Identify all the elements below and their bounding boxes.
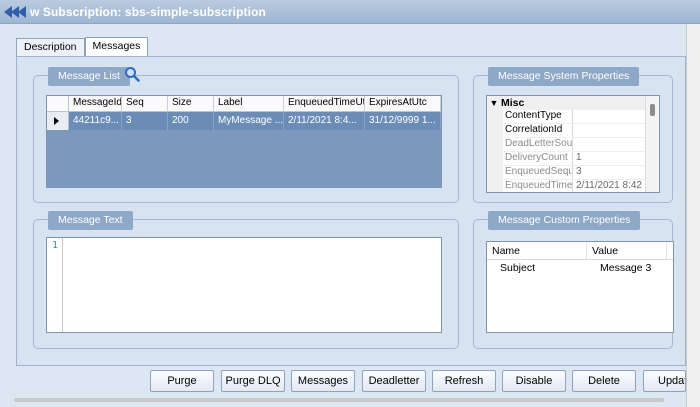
cell-label: MyMessage ... (214, 112, 284, 130)
refresh-button[interactable]: Refresh (432, 370, 496, 392)
message-list-group: Message List MessageId Seq Size Label En… (33, 67, 459, 203)
custom-property-name: Subject (500, 262, 536, 274)
search-icon[interactable] (124, 66, 140, 82)
custom-properties-list[interactable]: Name Value Subject Message 3 (486, 241, 674, 333)
cell-seq: 3 (122, 112, 168, 130)
col-header-expires[interactable]: ExpiresAtUtc (365, 96, 441, 111)
line-number: 1 (52, 240, 59, 251)
property-category[interactable]: ▼ Misc (487, 96, 659, 110)
collapse-chevron-icon[interactable]: ▼ (487, 98, 501, 108)
tab-strip: Description Messages (16, 37, 149, 57)
col-header-label[interactable]: Label (214, 96, 284, 111)
col-header-seq[interactable]: Seq (122, 96, 168, 111)
messages-button[interactable]: Messages (291, 370, 355, 392)
message-text-label: Message Text (48, 211, 133, 230)
property-category-label: Misc (501, 97, 525, 109)
cell-messageid: 44211c9... (69, 112, 122, 130)
tab-messages[interactable]: Messages (84, 37, 149, 57)
title-bar: w Subscription: sbs-simple-subscription (0, 0, 700, 24)
delete-button[interactable]: Delete (572, 370, 636, 392)
cell-expires: 31/12/9999 1... (365, 112, 441, 130)
property-grid-scrollbar[interactable] (645, 96, 659, 192)
cell-enqueued: 2/11/2021 8:4... (284, 112, 365, 130)
back-arrows-icon[interactable] (4, 5, 30, 19)
horizontal-scrollbar[interactable] (14, 398, 664, 402)
col-header-value[interactable]: Value (587, 242, 667, 259)
line-number-gutter: 1 (47, 238, 63, 332)
col-header-enqueued[interactable]: EnqueuedTimeUtc (284, 96, 365, 111)
property-row[interactable]: DeadLetterSou (487, 138, 659, 152)
row-header-corner (47, 96, 69, 111)
vertical-scrollbar[interactable] (686, 24, 700, 407)
property-row[interactable]: CorrelationId (487, 124, 659, 138)
cell-size: 200 (168, 112, 214, 130)
custom-properties-group: Message Custom Properties Name Value Sub… (473, 211, 674, 349)
custom-properties-label: Message Custom Properties (488, 211, 641, 230)
message-text-editor[interactable]: 1 (46, 237, 442, 333)
purge-button[interactable]: Purge (150, 370, 214, 392)
current-row-arrow-icon (54, 117, 59, 125)
disable-button[interactable]: Disable (502, 370, 566, 392)
scroll-thumb[interactable] (650, 104, 655, 116)
property-row[interactable]: EnqueuedTime 2/11/2021 8:42 am (487, 180, 659, 192)
tab-description[interactable]: Description (16, 38, 85, 57)
message-list-grid[interactable]: MessageId Seq Size Label EnqueuedTimeUtc… (46, 95, 442, 188)
custom-property-value: Message 3 (600, 262, 652, 274)
window-title: w Subscription: sbs-simple-subscription (30, 5, 266, 19)
table-row[interactable]: 44211c9... 3 200 MyMessage ... 2/11/2021… (47, 112, 441, 130)
property-row[interactable]: DeliveryCount 1 (487, 152, 659, 166)
col-header-name[interactable]: Name (487, 242, 587, 259)
system-properties-label: Message System Properties (488, 67, 640, 86)
purge-dlq-button[interactable]: Purge DLQ (221, 370, 285, 392)
custom-properties-header: Name Value (487, 242, 673, 260)
system-properties-group: Message System Properties ▼ Misc Content… (473, 67, 673, 203)
row-selector[interactable] (47, 112, 69, 130)
message-list-label: Message List (48, 67, 130, 86)
deadletter-button[interactable]: Deadletter (362, 370, 426, 392)
grid-header: MessageId Seq Size Label EnqueuedTimeUtc… (47, 96, 441, 112)
property-row[interactable]: ContentType (487, 110, 659, 124)
col-header-messageid[interactable]: MessageId (69, 96, 122, 111)
col-header-size[interactable]: Size (168, 96, 214, 111)
grid-empty-area (47, 130, 441, 187)
property-row[interactable]: EnqueuedSequ 3 (487, 166, 659, 180)
message-text-group: Message Text 1 (33, 211, 459, 349)
system-properties-grid[interactable]: ▼ Misc ContentType CorrelationId DeadLet… (486, 95, 660, 193)
messages-tab-panel: Message List MessageId Seq Size Label En… (16, 56, 686, 366)
update-button[interactable]: Update (643, 370, 686, 392)
list-item[interactable]: Subject Message 3 (487, 260, 673, 276)
